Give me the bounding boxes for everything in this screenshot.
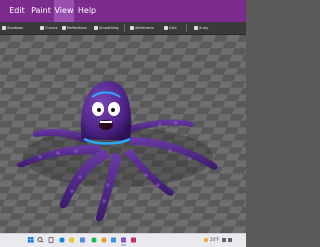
network-icon[interactable] (222, 238, 226, 242)
smoothing-toggle[interactable]: Smoothing (94, 24, 118, 32)
3d-viewport[interactable] (0, 35, 246, 233)
weather-temperature[interactable]: 24°F (210, 236, 219, 244)
task-view-icon[interactable] (48, 237, 54, 243)
search-icon[interactable] (37, 237, 44, 243)
grid-toggle[interactable]: Grid (164, 24, 177, 32)
menu-paint[interactable]: Paint (30, 0, 52, 22)
reflections-label: Reflections (67, 26, 87, 30)
wireframe-icon (130, 25, 134, 30)
toolbar-divider (124, 24, 125, 32)
shadows-icon (2, 25, 6, 30)
weather-icon (204, 238, 208, 242)
reflections-toggle[interactable]: Reflections (62, 24, 87, 32)
chrome-icon[interactable] (101, 237, 107, 243)
xray-label: X-ray (199, 26, 209, 30)
curves-label: Curves (45, 26, 58, 30)
3d-viewer-icon[interactable] (121, 237, 126, 243)
xray-icon (194, 25, 198, 30)
edge-icon[interactable] (59, 237, 65, 243)
octopus-teeth (100, 121, 112, 123)
grid-label: Grid (169, 26, 177, 30)
xray-toggle[interactable]: X-ray (194, 24, 208, 32)
volume-icon[interactable] (228, 238, 232, 242)
windows-icon[interactable] (28, 237, 34, 243)
shadows-toggle[interactable]: Shadows (2, 24, 23, 32)
reflections-icon (62, 25, 66, 30)
photos-icon[interactable] (111, 237, 116, 243)
curves-icon (40, 25, 44, 30)
menu-edit[interactable]: Edit (6, 0, 28, 22)
menu-help[interactable]: Help (77, 0, 97, 22)
smoothing-icon (94, 25, 98, 30)
curves-toggle[interactable]: Curves (40, 24, 57, 32)
wireframe-label: Wireframe (135, 26, 154, 30)
store-icon[interactable] (80, 237, 85, 243)
taskbar: 24°F (0, 233, 246, 247)
spotify-icon[interactable] (91, 237, 97, 243)
smoothing-label: Smoothing (99, 26, 119, 30)
menu-view[interactable]: View (54, 0, 74, 22)
view-toolbar: Shadows Curves Reflections Smoothing Wir… (0, 22, 246, 35)
paint-icon[interactable] (131, 237, 136, 243)
toolbar-divider (186, 24, 187, 32)
viewport-canvas (0, 35, 246, 233)
wireframe-toggle[interactable]: Wireframe (130, 24, 154, 32)
grid-icon (164, 25, 168, 30)
menu-bar: Edit Paint View Help (0, 0, 246, 22)
shadows-label: Shadows (7, 26, 24, 30)
explorer-icon[interactable] (69, 237, 74, 243)
